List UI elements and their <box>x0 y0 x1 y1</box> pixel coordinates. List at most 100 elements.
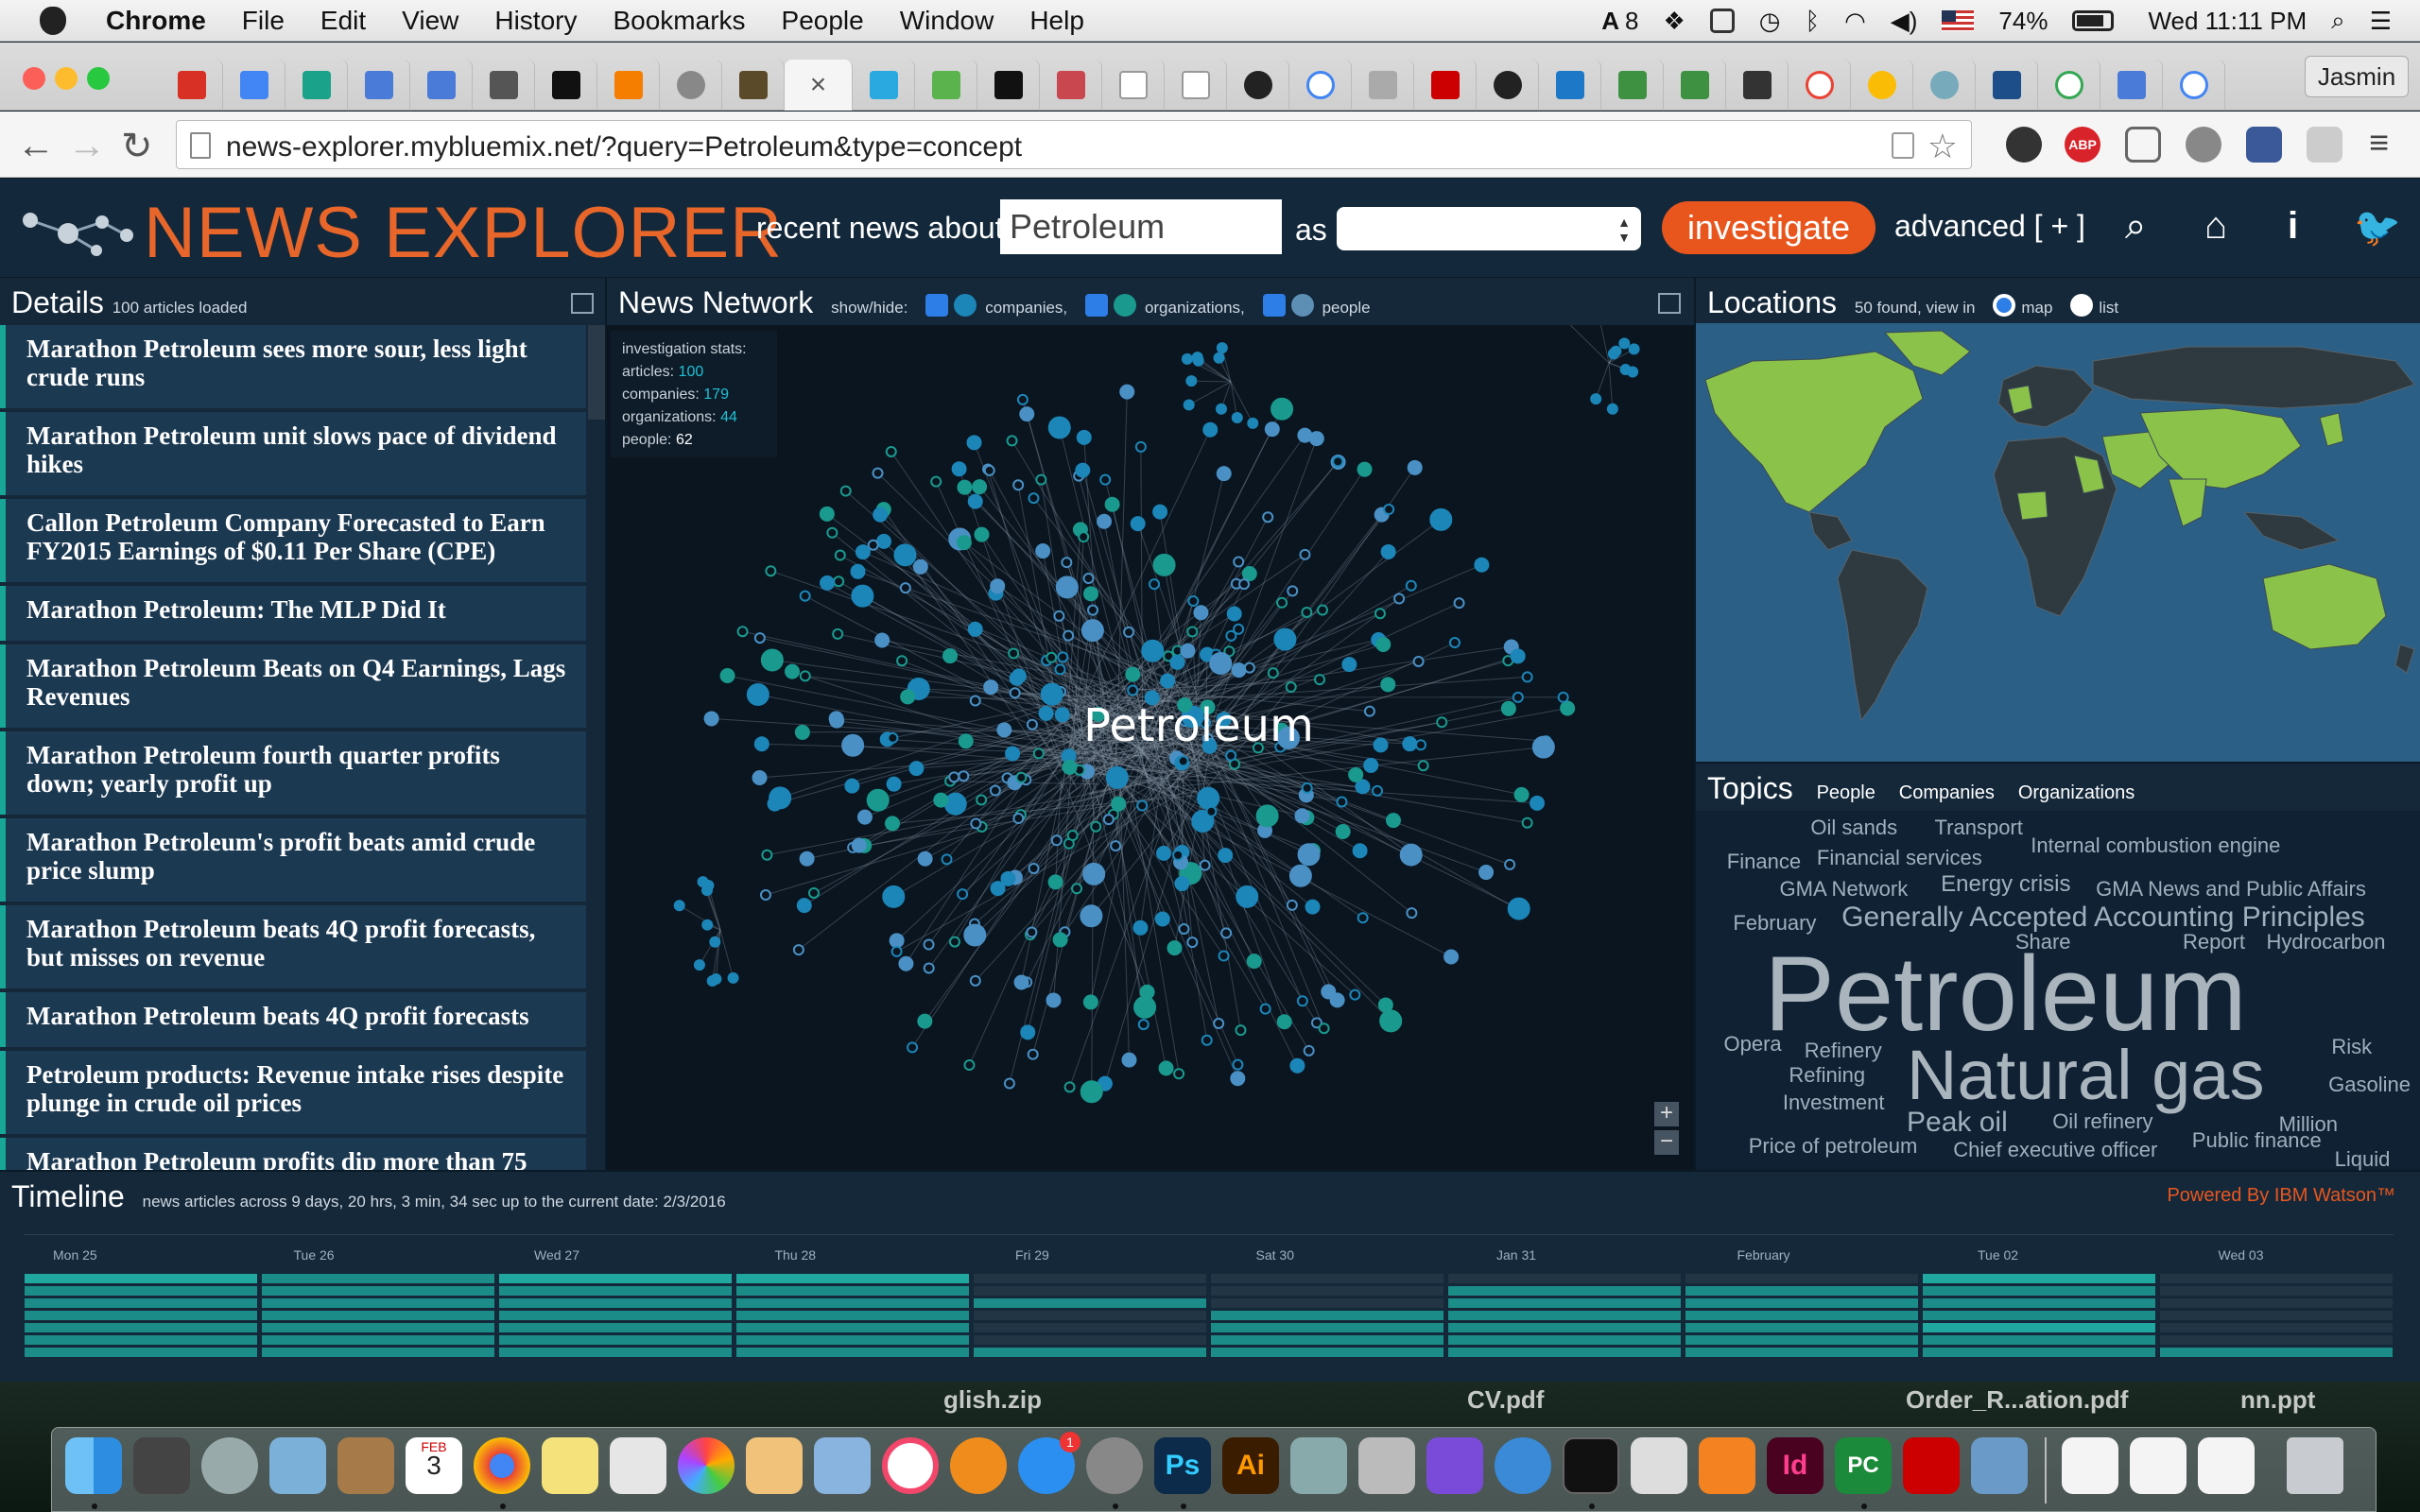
graph-node[interactable] <box>1154 911 1170 927</box>
timeline-bar[interactable] <box>2160 1311 2393 1320</box>
graph-node[interactable] <box>972 479 988 495</box>
graph-node[interactable] <box>819 506 835 522</box>
graph-node[interactable] <box>1521 671 1533 683</box>
graph-node[interactable] <box>1357 912 1369 924</box>
graph-node[interactable] <box>1083 586 1099 602</box>
graph-node[interactable] <box>1152 553 1176 576</box>
preview-icon[interactable] <box>610 1437 666 1494</box>
close-tab-icon[interactable]: × <box>810 69 827 101</box>
mail-icon[interactable] <box>269 1437 326 1494</box>
photos-icon[interactable] <box>678 1437 735 1494</box>
home-icon[interactable]: ⌂ <box>2204 205 2227 248</box>
page-action-icon[interactable] <box>1892 132 1914 159</box>
graph-node[interactable] <box>727 971 739 984</box>
graph-node[interactable] <box>1301 606 1313 618</box>
people-checkbox[interactable] <box>1262 293 1286 317</box>
graph-node[interactable] <box>1035 543 1051 559</box>
tab-google-3[interactable] <box>2038 60 2100 111</box>
menu-people[interactable]: People <box>782 6 864 36</box>
timeline-bar[interactable] <box>2160 1286 2393 1296</box>
article-item[interactable]: Marathon Petroleum profits dip more than… <box>0 1138 586 1170</box>
timeline-bar[interactable] <box>1923 1311 2155 1320</box>
graph-node[interactable] <box>1181 352 1193 365</box>
graph-node[interactable] <box>1160 673 1176 689</box>
graph-node[interactable] <box>851 837 867 853</box>
spotlight-icon[interactable]: ⌕ <box>2331 6 2345 36</box>
article-item[interactable]: Marathon Petroleum Beats on Q4 Earnings,… <box>0 644 586 728</box>
adblock-icon[interactable]: ABP <box>2065 127 2100 163</box>
graph-node[interactable] <box>785 663 801 679</box>
graph-node[interactable] <box>912 558 928 575</box>
graph-node[interactable] <box>899 582 911 594</box>
expand-icon[interactable] <box>571 293 594 314</box>
photoshop-icon[interactable]: Ps <box>1154 1437 1211 1494</box>
graph-node[interactable] <box>1137 1019 1150 1031</box>
graph-node[interactable] <box>1032 747 1045 760</box>
graph-node[interactable] <box>941 853 953 866</box>
investigate-button[interactable]: investigate <box>1662 201 1876 254</box>
tab-news-explorer-active[interactable]: × <box>785 60 853 111</box>
timeline-bar[interactable] <box>25 1348 257 1357</box>
graph-node[interactable] <box>820 575 836 591</box>
graph-node[interactable] <box>1318 1022 1330 1035</box>
graph-node[interactable] <box>966 435 982 451</box>
graph-node[interactable] <box>1233 623 1245 635</box>
graph-node[interactable] <box>1057 651 1069 663</box>
tab-green[interactable] <box>915 60 977 111</box>
terminal-app-icon[interactable] <box>1563 1437 1619 1494</box>
timeline-bar[interactable] <box>1923 1323 2155 1332</box>
timeline-day-column[interactable] <box>499 1274 732 1360</box>
graph-node[interactable] <box>1276 596 1288 609</box>
tab-h[interactable] <box>473 60 535 111</box>
graph-node[interactable] <box>1192 354 1204 367</box>
timeline-bar[interactable] <box>262 1274 494 1283</box>
australia-shape[interactable] <box>2262 563 2387 650</box>
timeline-bar[interactable] <box>974 1311 1206 1320</box>
timeline-bar[interactable] <box>1211 1323 1443 1332</box>
graph-node[interactable] <box>1097 513 1113 529</box>
map-radio[interactable] <box>1993 293 2016 317</box>
graph-node[interactable] <box>1606 403 1618 415</box>
imovie-icon[interactable] <box>1426 1437 1483 1494</box>
article-item[interactable]: Marathon Petroleum beats 4Q profit forec… <box>0 905 586 988</box>
graph-node[interactable] <box>882 885 906 908</box>
graph-node[interactable] <box>710 972 722 985</box>
graph-node[interactable] <box>990 578 1006 594</box>
timeline-bar[interactable] <box>736 1323 969 1332</box>
article-item[interactable]: Marathon Petroleum's profit beats amid c… <box>0 818 586 902</box>
timeline-bar[interactable] <box>499 1335 732 1345</box>
south-america-shape[interactable] <box>1837 549 1928 722</box>
graph-node[interactable] <box>1199 859 1211 871</box>
timeline-bar[interactable] <box>499 1348 732 1357</box>
timeline-bar[interactable] <box>262 1348 494 1357</box>
graph-node[interactable] <box>942 648 959 664</box>
graph-node[interactable] <box>1173 1068 1185 1080</box>
graph-node[interactable] <box>807 886 820 899</box>
graph-node[interactable] <box>948 936 960 948</box>
tab-bike[interactable] <box>660 60 722 111</box>
graph-node[interactable] <box>753 736 769 752</box>
graph-node[interactable] <box>1530 795 1546 811</box>
graph-node[interactable] <box>896 655 908 667</box>
graph-node[interactable] <box>1375 636 1392 652</box>
indesign-icon[interactable]: Id <box>1767 1437 1824 1494</box>
graph-node[interactable] <box>1008 647 1020 660</box>
timeline-bar[interactable] <box>736 1286 969 1296</box>
graph-node[interactable] <box>1201 1034 1213 1046</box>
timeline-day-column[interactable] <box>262 1274 494 1360</box>
close-window-icon[interactable] <box>23 67 45 90</box>
graph-node[interactable] <box>765 565 777 577</box>
timeline-day-column[interactable] <box>25 1274 257 1360</box>
graph-node[interactable] <box>1197 786 1220 810</box>
graph-node[interactable] <box>1276 1014 1292 1030</box>
graph-node[interactable] <box>1289 1057 1305 1074</box>
graph-node[interactable] <box>1063 1081 1076 1093</box>
menu-edit[interactable]: Edit <box>320 6 366 36</box>
graph-node[interactable] <box>1478 865 1495 881</box>
tab-blogger[interactable] <box>597 60 660 111</box>
graph-node[interactable] <box>958 733 974 749</box>
graph-node[interactable] <box>1336 796 1348 808</box>
graph-node[interactable] <box>907 1041 919 1054</box>
advanced-toggle[interactable]: advanced [ + ] <box>1894 209 2085 244</box>
tab-mongo-1[interactable] <box>1601 60 1664 111</box>
